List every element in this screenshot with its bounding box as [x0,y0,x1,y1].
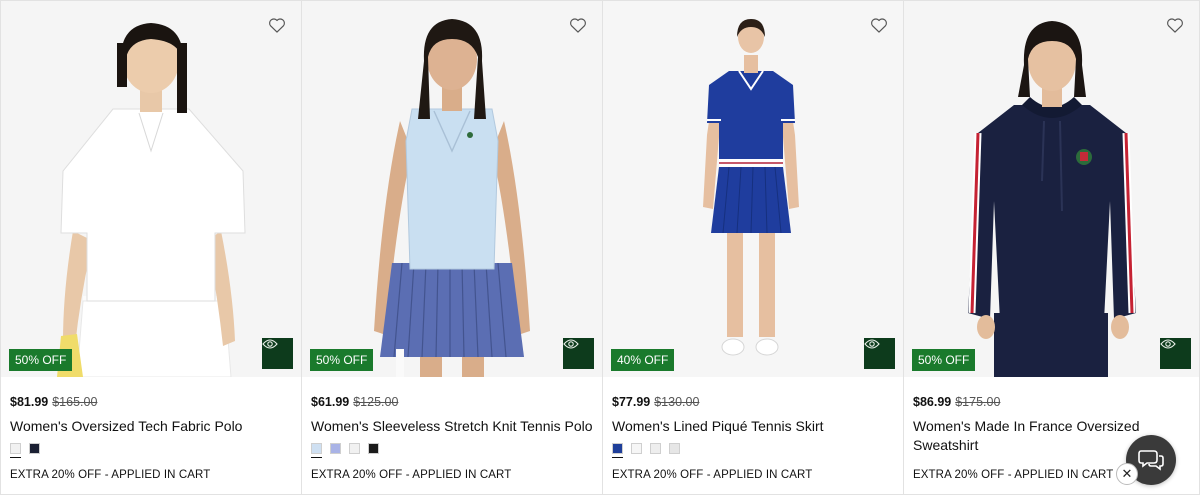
wishlist-heart-icon[interactable] [1165,15,1185,35]
quick-view-eye-icon[interactable] [864,338,895,369]
price-row: $86.99 $175.00 [913,394,1191,410]
discount-badge: 50% OFF [912,349,976,371]
discount-badge: 50% OFF [9,349,73,371]
product-name-link[interactable]: Women's Lined Piqué Tennis Skirt [612,417,895,436]
product-name-link[interactable]: Women's Oversized Tech Fabric Polo [10,417,293,436]
discount-badge: 50% OFF [310,349,374,371]
product-info: $81.99 $165.00 Women's Oversized Tech Fab… [10,394,293,436]
product-image[interactable]: 50% OFF [302,1,602,377]
color-swatch[interactable] [10,443,21,458]
color-swatch[interactable] [631,443,642,454]
quick-view-eye-icon[interactable] [262,338,293,369]
product-card[interactable]: 40% OFF $77.99 $130.00 Women's Lined Piqu… [602,0,903,495]
model-photo-illustration [904,1,1199,377]
quick-view-eye-icon[interactable] [1160,338,1191,369]
sale-price: $77.99 [612,395,651,409]
original-price: $175.00 [955,395,1001,409]
wishlist-heart-icon[interactable] [568,15,588,35]
promo-text: EXTRA 20% OFF - APPLIED IN CART [913,469,1114,481]
color-swatches [311,443,379,458]
original-price: $130.00 [654,395,700,409]
product-name-link[interactable]: Women's Sleeveless Stretch Knit Tennis P… [311,417,594,436]
color-swatches [612,443,680,458]
discount-badge: 40% OFF [611,349,675,371]
color-swatch[interactable] [368,443,379,454]
model-photo-illustration [603,1,903,377]
product-info: $61.99 $125.00 Women's Sleeveless Stretch… [311,394,594,436]
sale-price: $81.99 [10,395,49,409]
original-price: $125.00 [353,395,399,409]
quick-view-eye-icon[interactable] [563,338,594,369]
product-image[interactable]: 40% OFF [603,1,903,377]
wishlist-heart-icon[interactable] [869,15,889,35]
color-swatch[interactable] [29,443,40,454]
promo-text: EXTRA 20% OFF - APPLIED IN CART [311,469,512,481]
color-swatch[interactable] [349,443,360,454]
model-photo-illustration [302,1,602,377]
price-row: $61.99 $125.00 [311,394,594,410]
promo-text: EXTRA 20% OFF - APPLIED IN CART [612,469,813,481]
sale-price: $61.99 [311,395,350,409]
color-swatch[interactable] [311,443,322,458]
product-card[interactable]: 50% OFF $86.99 $175.00 Women's Made In Fr… [903,0,1200,495]
product-info: $77.99 $130.00 Women's Lined Piqué Tennis… [612,394,895,436]
color-swatch[interactable] [330,443,341,454]
model-photo-illustration [1,1,301,377]
product-image[interactable]: 50% OFF [1,1,301,377]
color-swatches [10,443,40,458]
color-swatch[interactable] [612,443,623,458]
close-icon[interactable]: ✕ [1116,463,1138,485]
product-card[interactable]: 50% OFF $81.99 $165.00 Women's Oversized … [0,0,301,495]
product-grid: 50% OFF $81.99 $165.00 Women's Oversized … [0,0,1200,495]
sale-price: $86.99 [913,395,952,409]
original-price: $165.00 [52,395,98,409]
price-row: $81.99 $165.00 [10,394,293,410]
price-row: $77.99 $130.00 [612,394,895,410]
product-name-link[interactable]: Women's Made In France Oversized Sweatsh… [913,417,1143,455]
promo-text: EXTRA 20% OFF - APPLIED IN CART [10,469,211,481]
product-card[interactable]: 50% OFF $61.99 $125.00 Women's Sleeveless… [301,0,602,495]
product-image[interactable]: 50% OFF [904,1,1199,377]
wishlist-heart-icon[interactable] [267,15,287,35]
color-swatch[interactable] [669,443,680,454]
color-swatch[interactable] [650,443,661,454]
